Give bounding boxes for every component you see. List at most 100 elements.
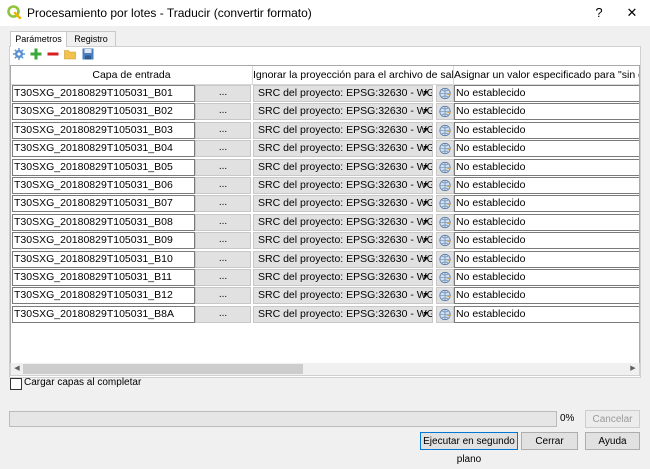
- column-header-override-projection[interactable]: Ignorar la proyección para el archivo de…: [253, 66, 454, 85]
- browse-button[interactable]: ...: [195, 103, 251, 121]
- input-layer-field[interactable]: T30SXG_20180829T105031_B12: [12, 287, 195, 305]
- crs-selector-button[interactable]: [436, 158, 454, 176]
- crs-select[interactable]: SRC del proyecto: EPSG:32630 - WGS 84 / …: [253, 269, 433, 286]
- input-layer-field[interactable]: T30SXG_20180829T105031_B07: [12, 195, 195, 213]
- progress-bar: [9, 411, 557, 427]
- input-layer-field[interactable]: T30SXG_20180829T105031_B01: [12, 85, 195, 102]
- input-layer-field[interactable]: T30SXG_20180829T105031_B10: [12, 250, 195, 268]
- crs-selector-button[interactable]: [436, 250, 454, 268]
- crs-selector-button[interactable]: [436, 269, 454, 286]
- table-row: T30SXG_20180829T105031_B06... SRC del pro…: [11, 177, 639, 195]
- scroll-left-icon[interactable]: ◀: [11, 363, 23, 375]
- table-row: T30SXG_20180829T105031_B07... SRC del pro…: [11, 195, 639, 213]
- table-row: T30SXG_20180829T105031_B8A... SRC del pro…: [11, 305, 639, 324]
- tab-parametros[interactable]: Parámetros: [10, 31, 67, 47]
- dropdown-arrow-icon: ▼: [422, 200, 429, 208]
- globe-icon: [439, 308, 451, 320]
- browse-button[interactable]: ...: [195, 250, 251, 268]
- crs-selector-button[interactable]: [436, 103, 454, 121]
- nodata-field[interactable]: No establecido: [454, 213, 639, 231]
- crs-selector-button[interactable]: [436, 232, 454, 250]
- input-layer-field[interactable]: T30SXG_20180829T105031_B11: [12, 269, 195, 286]
- remove-row-icon[interactable]: [47, 48, 59, 60]
- scroll-right-icon[interactable]: ▶: [627, 363, 639, 375]
- input-layer-field[interactable]: T30SXG_20180829T105031_B8A: [12, 305, 195, 323]
- column-header-nodata[interactable]: Asignar un valor especificado para "sin …: [454, 66, 639, 85]
- crs-select[interactable]: SRC del proyecto: EPSG:32630 - WGS 84 / …: [253, 85, 433, 102]
- nodata-field[interactable]: No establecido: [454, 121, 639, 139]
- crs-select[interactable]: SRC del proyecto: EPSG:32630 - WGS 84 / …: [253, 121, 433, 139]
- browse-button[interactable]: ...: [195, 158, 251, 176]
- browse-button[interactable]: ...: [195, 287, 251, 305]
- browse-button[interactable]: ...: [195, 85, 251, 102]
- dropdown-arrow-icon: ▼: [422, 145, 429, 153]
- help-title-button[interactable]: ?: [582, 0, 616, 26]
- crs-select[interactable]: SRC del proyecto: EPSG:32630 - WGS 84 / …: [253, 232, 433, 250]
- crs-select[interactable]: SRC del proyecto: EPSG:32630 - WGS 84 / …: [253, 250, 433, 268]
- help-button[interactable]: Ayuda: [585, 432, 640, 450]
- crs-select-value: SRC del proyecto: EPSG:32630 - WGS 84 / …: [258, 252, 432, 265]
- tab-registro[interactable]: Registro: [66, 31, 116, 46]
- nodata-field[interactable]: No establecido: [454, 140, 639, 158]
- browse-button[interactable]: ...: [195, 140, 251, 158]
- crs-selector-button[interactable]: [436, 195, 454, 213]
- nodata-field[interactable]: No establecido: [454, 232, 639, 250]
- cancel-button[interactable]: Cancelar: [585, 410, 640, 428]
- progress-percent: 0%: [560, 413, 575, 424]
- crs-select[interactable]: SRC del proyecto: EPSG:32630 - WGS 84 / …: [253, 103, 433, 121]
- table-row: T30SXG_20180829T105031_B03... SRC del pro…: [11, 121, 639, 140]
- input-layer-field[interactable]: T30SXG_20180829T105031_B02: [12, 103, 195, 121]
- open-folder-icon[interactable]: [64, 48, 76, 60]
- browse-button[interactable]: ...: [195, 232, 251, 250]
- nodata-field[interactable]: No establecido: [454, 305, 639, 323]
- scrollbar-thumb[interactable]: [23, 364, 303, 374]
- close-window-button[interactable]: ✕: [615, 0, 649, 26]
- input-layer-field[interactable]: T30SXG_20180829T105031_B04: [12, 140, 195, 158]
- crs-select-value: SRC del proyecto: EPSG:32630 - WGS 84 / …: [258, 271, 432, 283]
- input-layer-field[interactable]: T30SXG_20180829T105031_B03: [12, 121, 195, 139]
- input-layer-field[interactable]: T30SXG_20180829T105031_B08: [12, 213, 195, 231]
- crs-selector-button[interactable]: [436, 213, 454, 231]
- horizontal-scrollbar[interactable]: ◀ ▶: [10, 363, 640, 376]
- browse-button[interactable]: ...: [195, 121, 251, 139]
- input-layer-field[interactable]: T30SXG_20180829T105031_B05: [12, 158, 195, 176]
- crs-select[interactable]: SRC del proyecto: EPSG:32630 - WGS 84 / …: [253, 213, 433, 231]
- nodata-field[interactable]: No establecido: [454, 195, 639, 213]
- crs-selector-button[interactable]: [436, 287, 454, 305]
- crs-selector-button[interactable]: [436, 85, 454, 102]
- nodata-field[interactable]: No establecido: [454, 103, 639, 121]
- crs-select[interactable]: SRC del proyecto: EPSG:32630 - WGS 84 / …: [253, 158, 433, 176]
- nodata-field[interactable]: No establecido: [454, 269, 639, 286]
- crs-select[interactable]: SRC del proyecto: EPSG:32630 - WGS 84 / …: [253, 305, 433, 323]
- nodata-field[interactable]: No establecido: [454, 177, 639, 194]
- crs-select-value: SRC del proyecto: EPSG:32630 - WGS 84 / …: [258, 234, 432, 247]
- crs-select[interactable]: SRC del proyecto: EPSG:32630 - WGS 84 / …: [253, 140, 433, 158]
- nodata-field[interactable]: No establecido: [454, 85, 639, 102]
- crs-selector-button[interactable]: [436, 140, 454, 158]
- close-button[interactable]: Cerrar: [521, 432, 578, 450]
- crs-select[interactable]: SRC del proyecto: EPSG:32630 - WGS 84 / …: [253, 287, 433, 305]
- nodata-field[interactable]: No establecido: [454, 158, 639, 176]
- column-header-input-layer[interactable]: Capa de entrada: [11, 66, 253, 85]
- crs-select[interactable]: SRC del proyecto: EPSG:32630 - WGS 84 / …: [253, 195, 433, 213]
- input-layer-field[interactable]: T30SXG_20180829T105031_B09: [12, 232, 195, 250]
- browse-button[interactable]: ...: [195, 305, 251, 323]
- run-background-button[interactable]: Ejecutar en segundo plano: [420, 432, 518, 465]
- save-icon[interactable]: [82, 48, 94, 60]
- add-row-icon[interactable]: [30, 48, 42, 60]
- input-layer-field[interactable]: T30SXG_20180829T105031_B06: [12, 177, 195, 194]
- crs-selector-button[interactable]: [436, 121, 454, 139]
- globe-icon: [439, 198, 451, 210]
- nodata-field[interactable]: No establecido: [454, 287, 639, 305]
- browse-button[interactable]: ...: [195, 195, 251, 213]
- settings-icon[interactable]: [13, 48, 25, 60]
- crs-selector-button[interactable]: [436, 177, 454, 194]
- table-row: T30SXG_20180829T105031_B04... SRC del pro…: [11, 140, 639, 158]
- browse-button[interactable]: ...: [195, 177, 251, 194]
- crs-selector-button[interactable]: [436, 305, 454, 323]
- browse-button[interactable]: ...: [195, 269, 251, 286]
- load-layers-checkbox[interactable]: [10, 378, 22, 390]
- nodata-field[interactable]: No establecido: [454, 250, 639, 268]
- crs-select[interactable]: SRC del proyecto: EPSG:32630 - WGS 84 / …: [253, 177, 433, 194]
- browse-button[interactable]: ...: [195, 213, 251, 231]
